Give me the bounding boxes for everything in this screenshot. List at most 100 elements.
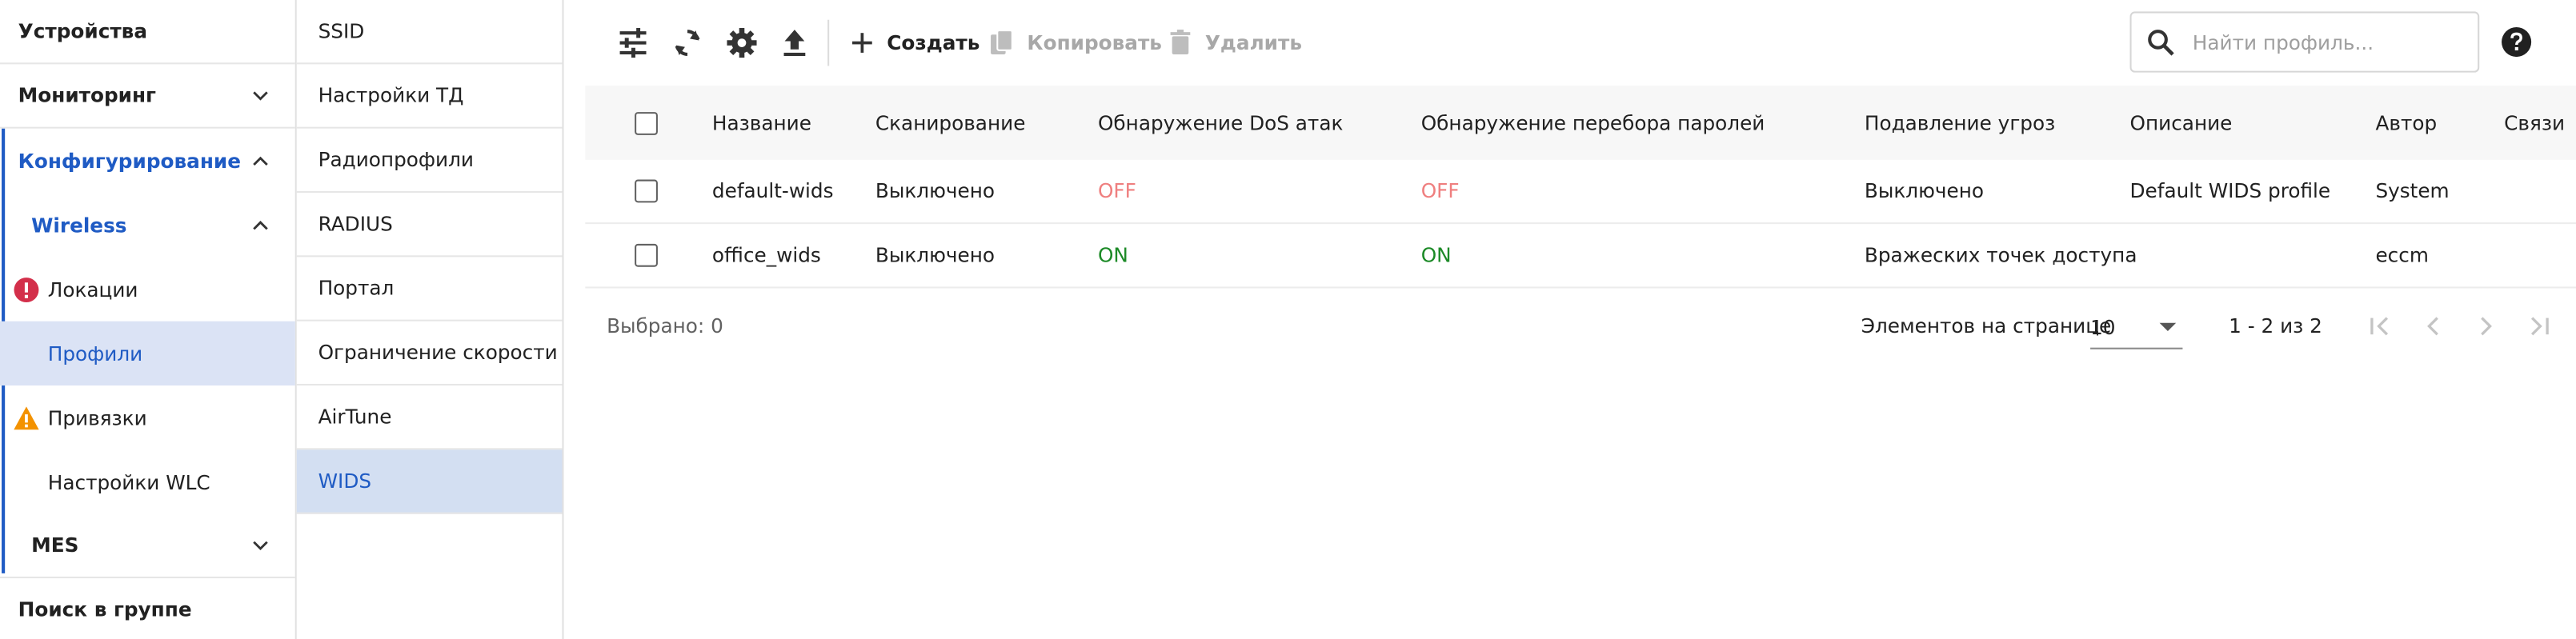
column-header-name[interactable]: Название (712, 86, 811, 160)
last-page-icon[interactable] (2524, 311, 2554, 341)
delete-button[interactable]: Удалить (1165, 25, 1302, 61)
sidebar-item-configuring[interactable]: Конфигурирование (0, 129, 295, 193)
toolbar: Создать Копировать Удалить (564, 0, 2576, 86)
copy-button-label: Копировать (1027, 31, 1162, 54)
row-checkbox[interactable] (635, 243, 658, 267)
sidebar-item-group-search[interactable]: Поиск в группе (0, 578, 295, 639)
cell-threat: Выключено (1864, 179, 1984, 203)
sidebar-item-devices[interactable]: Устройства (0, 0, 295, 65)
cell-name: office_wids (711, 243, 821, 267)
cell-brute: ON (1420, 243, 1452, 267)
cell-dos: ON (1097, 243, 1128, 267)
sidebar-item-wireless[interactable]: Wireless (0, 193, 295, 257)
menu-item-label: Настройки ТД (318, 84, 464, 107)
chevron-up-icon (252, 153, 269, 170)
copy-button[interactable]: Копировать (988, 25, 1162, 61)
plus-icon (847, 28, 877, 58)
sidebar-item-bindings[interactable]: Привязки (0, 385, 295, 449)
sidebar-item-label: Привязки (47, 405, 147, 429)
upload-icon[interactable] (778, 26, 811, 59)
filter-settings-icon[interactable] (616, 26, 649, 59)
column-header-dos[interactable]: Обнаружение DoS атак (1098, 86, 1343, 160)
sidebar-item-label: Профили (47, 341, 143, 365)
sidebar-item-locations[interactable]: Локации (0, 257, 295, 321)
cell-description: Default WIDS profile (2129, 179, 2331, 203)
sidebar-item-label: Локации (47, 278, 138, 301)
menu-item-ssid[interactable]: SSID (296, 0, 563, 65)
column-header-links[interactable]: Связи (2504, 86, 2565, 160)
chevron-down-icon (252, 87, 269, 104)
previous-page-icon[interactable] (2418, 311, 2448, 341)
first-page-icon[interactable] (2366, 311, 2395, 341)
search-input[interactable] (2192, 30, 2457, 54)
column-header-brute[interactable]: Обнаружение перебора паролей (1421, 86, 1765, 160)
sidebar-item-label: Поиск в группе (18, 597, 192, 621)
select-all-checkbox[interactable] (635, 111, 658, 134)
sidebar-item-monitoring[interactable]: Мониторинг (0, 64, 295, 129)
column-header-description[interactable]: Описание (2130, 86, 2233, 160)
menu-item-radio-profiles[interactable]: Радиопрофили (296, 129, 563, 194)
cell-name: default-wids (711, 179, 834, 203)
sidebar-item-label: Устройства (18, 19, 148, 43)
profile-type-menu: SSID Настройки ТД Радиопрофили RADIUS По… (296, 0, 564, 639)
items-per-page-label: Элементов на странице (1861, 314, 2112, 338)
chevron-up-icon (252, 217, 269, 234)
items-per-page-select[interactable]: 10 (2090, 306, 2183, 349)
chevron-down-icon (252, 537, 269, 554)
copy-icon (988, 28, 1017, 58)
cell-brute: OFF (1420, 179, 1460, 203)
menu-item-label: WIDS (318, 469, 372, 493)
menu-item-airtune[interactable]: AirTune (296, 385, 563, 450)
dropdown-arrow-icon (2159, 322, 2177, 332)
menu-item-label: RADIUS (318, 212, 393, 236)
sidebar-item-mes[interactable]: MES (0, 514, 295, 579)
menu-item-ap-settings[interactable]: Настройки ТД (296, 64, 563, 129)
selected-count: Выбрано: 0 (607, 314, 723, 338)
refresh-icon[interactable] (671, 26, 703, 59)
warning-icon (13, 405, 39, 431)
menu-item-label: Ограничение скорости (318, 341, 558, 365)
main-content: Создать Копировать Удалить Назв (563, 0, 2576, 639)
create-button-label: Создать (887, 31, 980, 54)
menu-item-wids[interactable]: WIDS (296, 449, 563, 514)
cell-author: eccm (2375, 243, 2429, 267)
profiles-table: Название Сканирование Обнаружение DoS ат… (585, 86, 2576, 289)
delete-button-label: Удалить (1204, 31, 1302, 54)
sidebar-item-wlc-settings[interactable]: Настройки WLC (0, 449, 295, 513)
help-icon[interactable] (2501, 26, 2532, 58)
sidebar: Устройства Мониторинг Конфигурирование W… (0, 0, 297, 639)
trash-icon (1165, 28, 1195, 58)
toolbar-divider (827, 19, 830, 66)
sidebar-item-label: Конфигурирование (18, 149, 242, 173)
sidebar-item-label: Мониторинг (18, 84, 156, 107)
menu-item-rate-limit[interactable]: Ограничение скорости (296, 321, 563, 386)
page-range: 1 - 2 из 2 (2229, 314, 2322, 338)
cell-author: System (2375, 179, 2450, 203)
search-icon (2146, 27, 2176, 57)
error-icon (13, 276, 39, 302)
sidebar-item-profiles[interactable]: Профили (0, 321, 295, 386)
table-row[interactable]: default-wids Выключено OFF OFF Выключено… (585, 160, 2576, 225)
menu-item-label: Радиопрофили (318, 148, 474, 172)
menu-item-portal[interactable]: Портал (296, 257, 563, 321)
table-header-row: Название Сканирование Обнаружение DoS ат… (585, 86, 2576, 160)
search-box (2129, 11, 2480, 73)
sidebar-item-label: Wireless (31, 213, 127, 237)
table-footer: Выбрано: 0 Элементов на странице 10 1 - … (585, 294, 2576, 359)
row-checkbox[interactable] (635, 179, 658, 203)
menu-item-label: Портал (318, 277, 395, 300)
next-page-icon[interactable] (2471, 311, 2501, 341)
column-header-author[interactable]: Автор (2375, 86, 2437, 160)
cell-scan: Выключено (875, 243, 995, 267)
create-button[interactable]: Создать (847, 25, 980, 61)
menu-item-label: AirTune (318, 405, 392, 429)
menu-item-radius[interactable]: RADIUS (296, 193, 563, 258)
column-header-scan[interactable]: Сканирование (875, 86, 1026, 160)
table-row[interactable]: office_wids Выключено ON ON Вражеских то… (585, 224, 2576, 289)
sidebar-item-label: Настройки WLC (47, 470, 210, 493)
cell-scan: Выключено (875, 179, 995, 203)
gear-icon[interactable] (725, 26, 758, 59)
sidebar-item-label: MES (31, 533, 79, 557)
cell-threat: Вражеских точек доступа (1864, 243, 2137, 267)
column-header-threat[interactable]: Подавление угроз (1865, 86, 2055, 160)
